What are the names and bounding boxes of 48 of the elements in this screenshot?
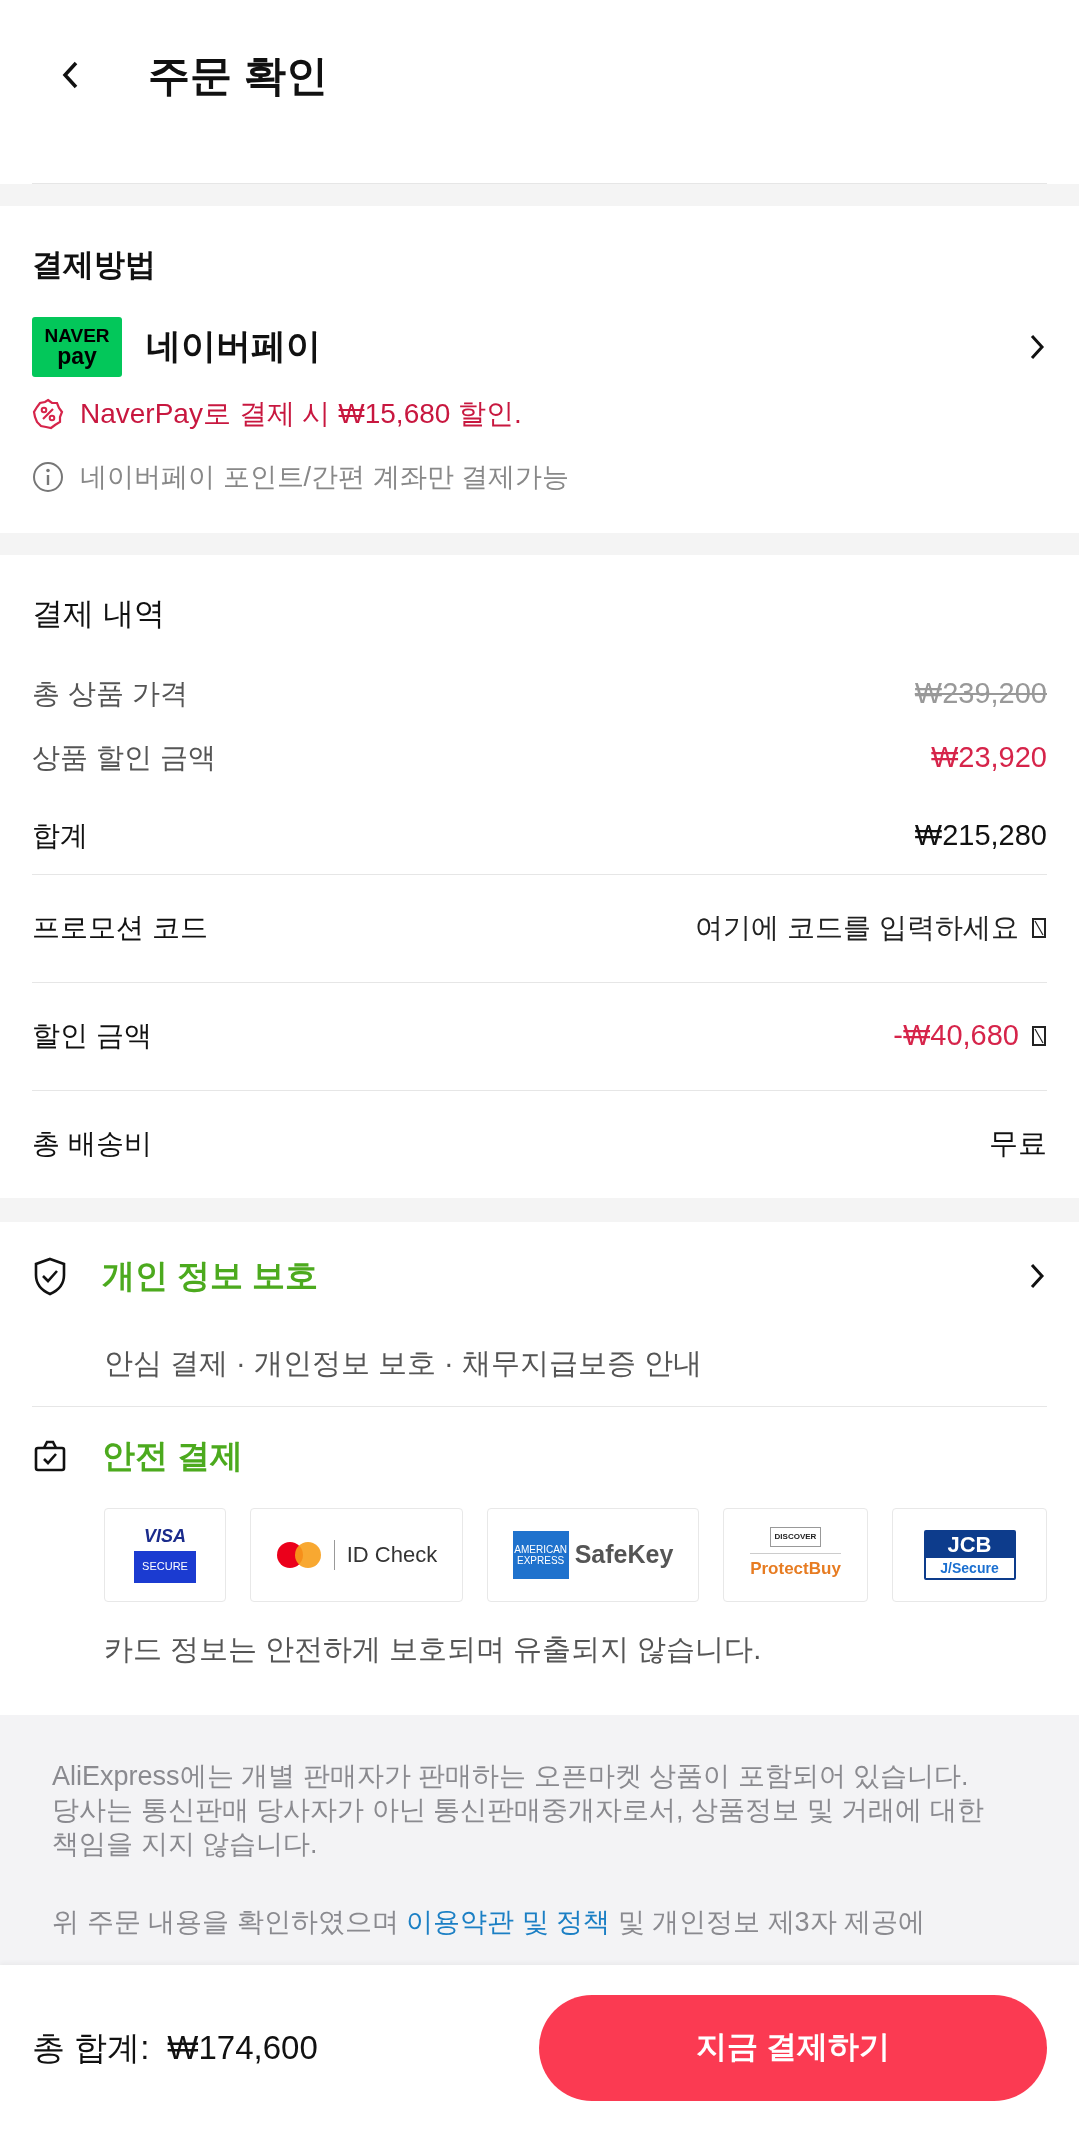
disclaimer-text: 위 주문 내용을 확인하였으며 이용약관 및 정책 및 개인정보 제3자 제공에 — [52, 1906, 927, 1939]
page-title: 주문 확인 — [148, 50, 328, 101]
payment-method-row[interactable]: NAVER pay 네이버페이 — [32, 314, 1047, 379]
discount-promo-text: NaverPay로 결제 시 ₩15,680 할인. — [80, 396, 522, 431]
row-value: 무료 — [989, 1126, 1047, 1162]
section-title: 안전 결제 — [102, 1436, 244, 1477]
two-circles-icon — [275, 1540, 322, 1569]
logo-text: ID Check — [346, 1541, 438, 1569]
total-value: ₩174,600 — [167, 2027, 319, 2068]
logo-text: pay — [57, 344, 97, 368]
privacy-links-text: 안심 결제 · 개인정보 보호 · 채무지급보증 안내 — [104, 1345, 703, 1381]
logo-text: JCB — [947, 1531, 992, 1558]
price-value: ₩215,280 — [914, 817, 1047, 853]
pay-now-button[interactable]: 지금 결제하기 — [539, 1994, 1047, 2101]
promo-code-field[interactable]: 여기에 코드를 입력하세요 — [695, 907, 1019, 949]
discount-badge-icon — [32, 397, 64, 430]
section-title: 결제방법 — [32, 246, 157, 284]
row-label: 할인 금액 — [32, 1019, 152, 1053]
amex-logo-text: AMERICAN EXPRESS — [512, 1530, 569, 1579]
missing-glyph-icon[interactable] — [1031, 916, 1047, 940]
info-note: 네이버페이 포인트/간편 계좌만 결제가능 — [80, 460, 569, 494]
logo-text: DISCOVER — [769, 1527, 822, 1548]
logo-text: ProtectBuy — [750, 1553, 841, 1582]
missing-glyph-icon[interactable] — [1031, 1024, 1047, 1048]
section-title: 결제 내역 — [32, 595, 166, 633]
logo-text: J/Secure — [925, 1557, 1014, 1578]
logo-text: SECURE — [134, 1550, 196, 1583]
price-label: 상품 할인 금액 — [32, 740, 216, 775]
logo-text: VISA — [144, 1526, 186, 1545]
section-title: 개인 정보 보호 — [102, 1255, 320, 1296]
info-icon — [32, 460, 64, 493]
row-value: -₩40,680 — [893, 1018, 1019, 1054]
logo-text: NAVER — [44, 325, 110, 345]
logo-text: SafeKey — [574, 1538, 674, 1570]
row-label: 프로모션 코드 — [32, 911, 208, 945]
price-value: ₩23,920 — [930, 739, 1047, 775]
terms-link[interactable]: 이용약관 및 정책 — [406, 1907, 611, 1937]
privacy-row[interactable]: 개인 정보 보호 — [32, 1225, 1047, 1326]
row-label: 총 배송비 — [32, 1127, 152, 1161]
shopping-bag-check-icon — [32, 1438, 68, 1474]
price-value: ₩239,200 — [914, 675, 1047, 711]
security-note: 카드 정보는 안전하게 보호되며 유출되지 않습니다. — [104, 1631, 763, 1667]
shield-check-icon — [32, 1255, 68, 1296]
total-label: 총 합계: — [32, 2027, 150, 2068]
price-label: 합계 — [32, 818, 88, 853]
payment-method-name: 네이버페이 — [146, 325, 322, 368]
disclaimer-text: AliExpress에는 개별 판매자가 판매하는 오픈마켓 상품이 포함되어 있습니다. 당사는 통신판매 당사자가 아닌 통신판매중개자로서, 상품정보 및 거래에 대한 책임을 지지 않습니다. — [52, 1760, 985, 1861]
price-label: 총 상품 가격 — [32, 676, 188, 711]
